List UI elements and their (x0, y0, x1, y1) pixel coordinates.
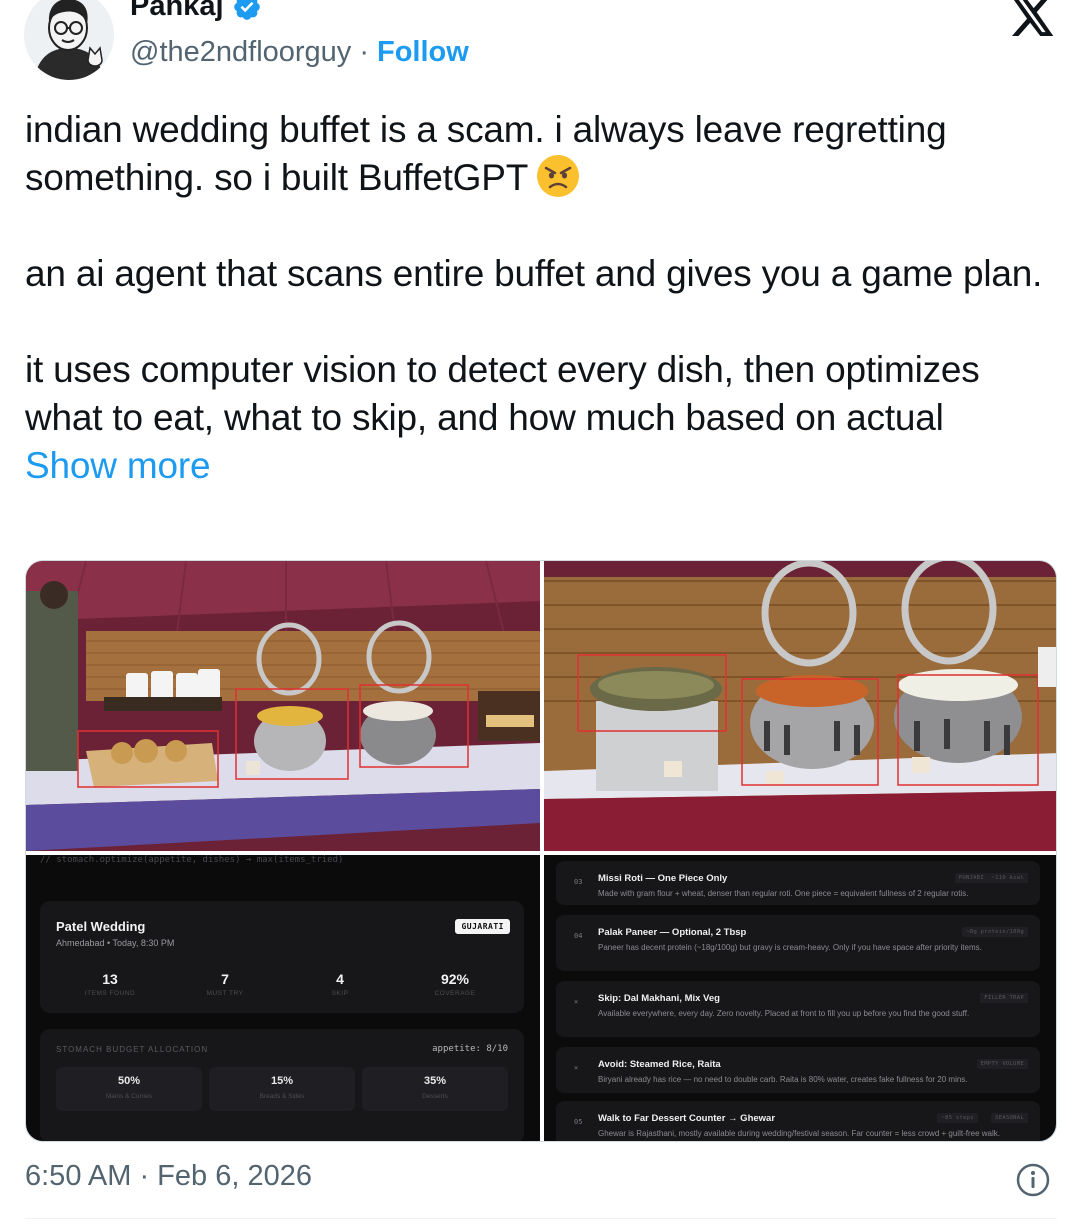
stat-must-try: 7 MUST TRY (170, 971, 280, 997)
stat-value: 7 (221, 971, 229, 987)
plan-description: Biryani already has rice — no need to do… (598, 1075, 968, 1084)
author-handle[interactable]: @the2ndfloorguy (130, 36, 351, 69)
plan-badge: SEASONAL (991, 1113, 1028, 1123)
stat-value: 4 (336, 971, 344, 987)
plan-item: 03 Missi Roti — One Piece Only Made with… (556, 861, 1040, 905)
plan-number: 05 (574, 1118, 583, 1126)
separator-dot: · (359, 36, 369, 68)
angry-face-emoji (537, 155, 580, 197)
verified-badge-icon (233, 0, 260, 20)
allocation-label: Breads & Sides (259, 1093, 305, 1100)
plan-badge: ~85 steps (937, 1113, 978, 1123)
tweet-paragraph-3: it uses computer vision to detect every … (25, 349, 980, 438)
plan-number: × (574, 1064, 579, 1072)
plan-description: Ghewar is Rajasthani, mostly available d… (598, 1129, 1000, 1138)
tweet-paragraph-2: an ai agent that scans entire buffet and… (25, 253, 1043, 294)
tweet-paragraph-1: indian wedding buffet is a scam. i alway… (25, 109, 947, 198)
show-more-link[interactable]: Show more (25, 445, 211, 486)
event-title: Patel Wedding (56, 919, 146, 934)
plan-title: Avoid: Steamed Rice, Raita (598, 1059, 721, 1070)
budget-title: STOMACH BUDGET ALLOCATION (56, 1045, 209, 1054)
follow-button[interactable]: Follow (377, 36, 469, 69)
plan-item: 04 Palak Paneer — Optional, 2 Tbsp Panee… (556, 915, 1040, 971)
tweet-text: indian wedding buffet is a scam. i alway… (25, 106, 1045, 490)
author-name[interactable]: Pankaj (130, 0, 224, 23)
footer-divider (25, 1218, 1057, 1219)
author-avatar[interactable] (24, 0, 114, 80)
buffet-photo-1[interactable] (26, 561, 540, 851)
allocation-value: 15% (270, 1075, 294, 1087)
plan-title: Walk to Far Dessert Counter → Ghewar (598, 1113, 776, 1124)
stat-label: SKIP (331, 990, 349, 997)
allocation-breads: 15% Breads & Sides (209, 1067, 355, 1111)
plan-badge: EMPTY VOLUME (976, 1059, 1028, 1069)
stat-label: MUST TRY (206, 990, 244, 997)
stat-value: 92% (440, 971, 470, 987)
plan-badge: PUNJABI (954, 873, 988, 883)
plan-item: × Skip: Dal Makhani, Mix Veg Available e… (556, 981, 1040, 1037)
tweet-timestamp[interactable]: 6:50 AM · Feb 6, 2026 (25, 1160, 312, 1193)
info-icon[interactable] (1015, 1162, 1051, 1198)
allocation-desserts: 35% Desserts (362, 1067, 508, 1111)
plan-title: Skip: Dal Makhani, Mix Veg (598, 993, 720, 1004)
allocation-mains: 50% Mains & Curries (56, 1067, 202, 1111)
code-comment: // stomach.optimize(appetite, dishes) → … (40, 855, 344, 865)
buffet-photo-2[interactable] (544, 561, 1056, 851)
game-plan-screenshot[interactable]: 03 Missi Roti — One Piece Only Made with… (544, 855, 1056, 1141)
allocation-value: 35% (423, 1075, 447, 1087)
plan-number: 04 (574, 932, 583, 940)
dashboard-screenshot[interactable]: // stomach.optimize(appetite, dishes) → … (26, 855, 540, 1141)
media-grid[interactable]: // stomach.optimize(appetite, dishes) → … (25, 560, 1057, 1142)
stat-items-found: 13 ITEMS FOUND (55, 971, 165, 997)
budget-card: STOMACH BUDGET ALLOCATION appetite: 8/10… (40, 1029, 524, 1141)
stat-label: COVERAGE (434, 990, 476, 997)
stat-label: ITEMS FOUND (84, 990, 136, 997)
plan-badge: ~8g protein/100g (962, 927, 1028, 937)
plan-title: Missi Roti — One Piece Only (598, 873, 728, 884)
plan-item: 05 Walk to Far Dessert Counter → Ghewar … (556, 1101, 1040, 1141)
plan-description: Available everywhere, every day. Zero no… (598, 1009, 970, 1018)
allocation-value: 50% (117, 1075, 141, 1087)
event-subtitle: Ahmedabad • Today, 8:30 PM (56, 938, 175, 948)
event-card: Patel Wedding Ahmedabad • Today, 8:30 PM… (40, 901, 524, 1013)
plan-badge: FILLER TRAP (980, 993, 1028, 1003)
stat-skip: 4 SKIP (285, 971, 395, 997)
plan-badge: ~110 kcal (987, 873, 1028, 883)
plan-item: × Avoid: Steamed Rice, Raita Biryani alr… (556, 1047, 1040, 1093)
appetite-readout: appetite: 8/10 (432, 1044, 508, 1054)
plan-number: 03 (574, 878, 583, 886)
stat-value: 13 (102, 971, 118, 987)
plan-title: Palak Paneer — Optional, 2 Tbsp (598, 927, 747, 938)
plan-number: × (574, 998, 579, 1006)
cuisine-tag: GUJARATI (455, 919, 510, 934)
allocation-label: Desserts (422, 1093, 448, 1100)
allocation-label: Mains & Curries (105, 1093, 153, 1100)
plan-description: Paneer has decent protein (~18g/100g) bu… (598, 943, 982, 952)
x-logo-icon[interactable] (1010, 0, 1056, 36)
stat-coverage: 92% COVERAGE (400, 971, 510, 997)
plan-description: Made with gram flour + wheat, denser tha… (598, 889, 969, 898)
